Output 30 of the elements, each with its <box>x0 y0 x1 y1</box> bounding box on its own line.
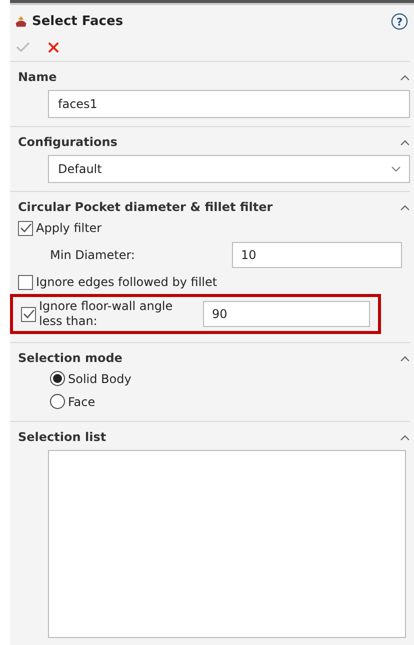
collapse-icon[interactable] <box>400 138 410 146</box>
checkbox-label: Apply filter <box>36 221 102 235</box>
section-title: Circular Pocket diameter & fillet filter <box>18 200 273 214</box>
collapse-icon[interactable] <box>400 434 410 440</box>
checkbox[interactable] <box>21 306 36 322</box>
panel-title: Select Faces <box>32 14 124 28</box>
part-icon <box>14 14 28 28</box>
help-icon[interactable]: ? <box>391 12 408 30</box>
radio-label: Solid Body <box>68 372 132 386</box>
radio-button[interactable] <box>50 394 65 409</box>
collapse-icon[interactable] <box>400 74 410 80</box>
number-field[interactable]: 10 <box>232 242 402 268</box>
field-label: Min Diameter: <box>50 248 135 262</box>
caret-icon <box>391 166 401 172</box>
checkbox-label: Ignore floor-wall angle less than: <box>39 299 174 329</box>
number-field[interactable]: 90 <box>203 301 370 327</box>
checkbox[interactable] <box>18 220 33 236</box>
checkbox[interactable] <box>18 274 33 290</box>
radio-button[interactable] <box>50 371 65 386</box>
name-field[interactable]: faces1 <box>48 90 410 118</box>
section-title: Name <box>18 70 57 84</box>
configuration-dropdown[interactable]: Default <box>48 155 410 183</box>
collapse-icon[interactable] <box>400 204 410 210</box>
section-title: Configurations <box>18 135 118 149</box>
close-icon[interactable] <box>48 42 59 52</box>
section-title: Selection mode <box>18 351 122 365</box>
collapse-icon[interactable] <box>400 354 410 362</box>
radio-label: Face <box>68 394 96 408</box>
checkbox-label: Ignore edges followed by fillet <box>36 275 218 289</box>
section-title: Selection list <box>18 430 106 444</box>
